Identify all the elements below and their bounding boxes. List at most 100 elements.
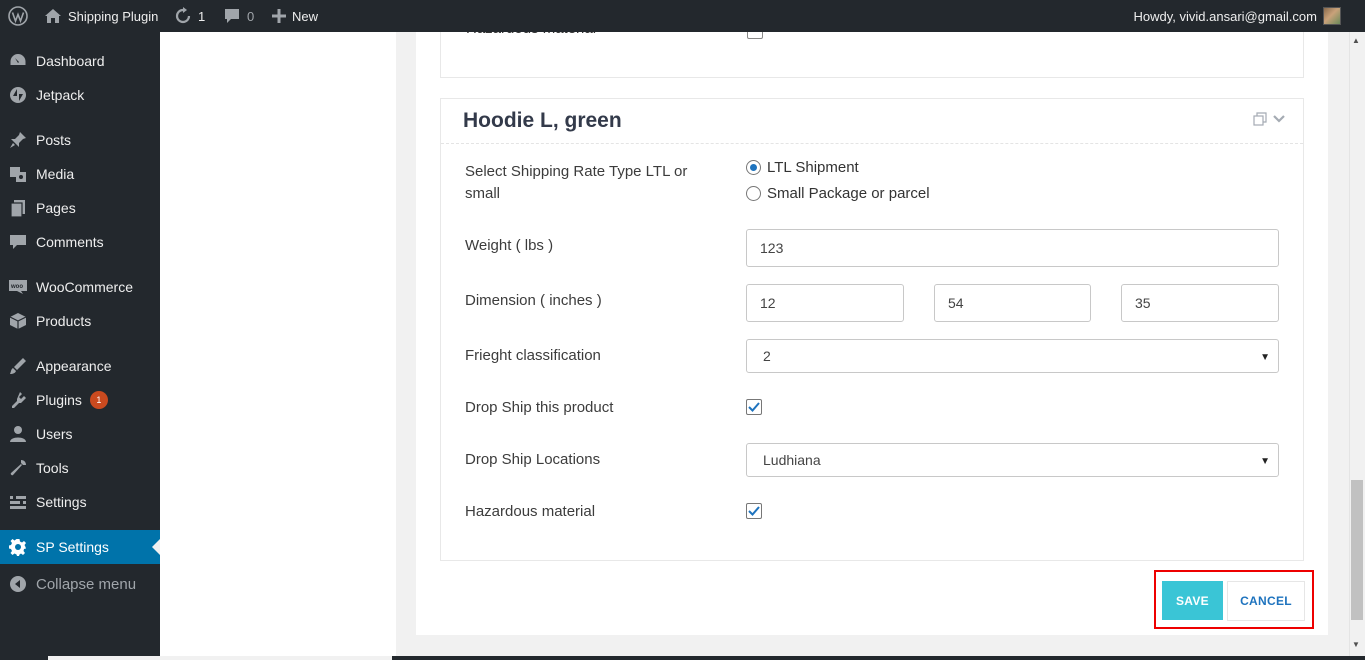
menu-label: Pages: [36, 200, 76, 216]
drop-ship-locations-select[interactable]: Ludhiana ▼: [746, 443, 1279, 477]
drop-ship-locations-label: Drop Ship Locations: [465, 451, 601, 468]
drop-ship-checkbox[interactable]: [746, 399, 762, 415]
collapse-menu-label: Collapse menu: [36, 575, 137, 593]
media-icon: [8, 164, 28, 184]
product-panel: Hoodie L, green Select Shipping Rate Typ…: [440, 98, 1304, 561]
menu-label: Settings: [36, 494, 87, 510]
left-content-column: [160, 32, 396, 660]
wordpress-logo-icon[interactable]: [8, 0, 28, 32]
menu-item-pages[interactable]: Pages: [0, 191, 160, 225]
product-title: Hoodie L, green: [463, 109, 622, 132]
menu-item-jetpack[interactable]: Jetpack: [0, 78, 160, 112]
howdy-text: Howdy, vivid.ansari@gmail.com: [1133, 8, 1317, 24]
tools-icon: [8, 458, 28, 478]
users-icon: [8, 424, 28, 444]
updates-count: 1: [198, 8, 206, 24]
menu-label: Plugins: [36, 392, 82, 408]
pin-icon: [8, 130, 28, 150]
collapse-menu-button[interactable]: Collapse menu: [0, 567, 160, 601]
new-label: New: [292, 8, 319, 24]
length-value: 12: [760, 295, 776, 311]
admin-menu: Dashboard Jetpack Posts Media Pages Comm…: [0, 32, 160, 660]
menu-label: WooCommerce: [36, 279, 133, 295]
scrollbar-thumb[interactable]: [1351, 480, 1363, 620]
dimension-label: Dimension ( inches ): [465, 292, 602, 309]
site-name: Shipping Plugin: [68, 8, 159, 24]
menu-item-dashboard[interactable]: Dashboard: [0, 44, 160, 78]
comments-icon: [8, 232, 28, 252]
menu-item-products[interactable]: Products: [0, 304, 160, 338]
menu-label: SP Settings: [36, 539, 109, 555]
checkmark-icon: [748, 402, 760, 412]
weight-value: 123: [760, 240, 784, 256]
menu-label: Jetpack: [36, 87, 85, 103]
freight-classification-value: 2: [763, 348, 771, 364]
menu-label: Posts: [36, 132, 72, 148]
drop-ship-label: Drop Ship this product: [465, 399, 614, 416]
small-package-option[interactable]: Small Package or parcel: [746, 185, 930, 202]
width-input[interactable]: 54: [934, 284, 1091, 322]
rate-type-label: Select Shipping Rate Type LTL or small: [465, 163, 688, 202]
gear-icon: [8, 537, 28, 557]
menu-item-sp-settings[interactable]: SP Settings: [0, 530, 160, 564]
comments-count: 0: [247, 8, 255, 24]
chevron-down-icon[interactable]: [1273, 115, 1285, 123]
ltl-shipment-label: LTL Shipment: [767, 159, 859, 176]
comments-link[interactable]: 0: [223, 0, 254, 32]
admin-bar: Shipping Plugin 1 0 New Howdy, vivid.ans…: [0, 0, 1365, 32]
panel-header[interactable]: Hoodie L, green: [441, 99, 1303, 144]
hazardous-material-checkbox[interactable]: [746, 503, 762, 519]
collapse-arrow-icon: [8, 574, 28, 594]
copy-icon[interactable]: [1253, 112, 1267, 126]
hazardous-material-label: Hazardous material: [465, 503, 596, 520]
menu-item-appearance[interactable]: Appearance: [0, 349, 160, 383]
ltl-shipment-option[interactable]: LTL Shipment: [746, 159, 859, 176]
avatar[interactable]: [1323, 7, 1341, 25]
menu-label: Appearance: [36, 358, 112, 374]
menu-item-comments[interactable]: Comments: [0, 225, 160, 259]
select-arrow-icon: ▼: [1260, 352, 1270, 363]
home-icon: [44, 8, 62, 24]
menu-label: Comments: [36, 234, 104, 250]
save-button[interactable]: SAVE: [1162, 581, 1223, 620]
account-menu[interactable]: Howdy, vivid.ansari@gmail.com: [1134, 0, 1317, 32]
appearance-icon: [8, 356, 28, 376]
site-name-link[interactable]: Shipping Plugin: [44, 0, 158, 32]
ltl-shipment-radio[interactable]: [746, 160, 761, 175]
menu-label: Users: [36, 426, 73, 442]
width-value: 54: [948, 295, 964, 311]
weight-label: Weight ( lbs ): [465, 237, 554, 254]
bottom-edge: [0, 656, 1365, 660]
menu-item-woocommerce[interactable]: woo WooCommerce: [0, 270, 160, 304]
menu-item-posts[interactable]: Posts: [0, 123, 160, 157]
scroll-down-arrow-icon[interactable]: ▼: [1352, 640, 1360, 649]
cancel-button[interactable]: CANCEL: [1227, 581, 1305, 621]
plus-icon: [272, 9, 286, 23]
menu-item-settings[interactable]: Settings: [0, 485, 160, 519]
jetpack-icon: [8, 85, 28, 105]
scroll-up-arrow-icon[interactable]: ▲: [1352, 36, 1360, 45]
freight-classification-select[interactable]: 2 ▼: [746, 339, 1279, 373]
dashboard-icon: [8, 51, 28, 71]
height-value: 35: [1135, 295, 1151, 311]
pages-icon: [8, 198, 28, 218]
updates-link[interactable]: 1: [174, 0, 205, 32]
small-package-radio[interactable]: [746, 186, 761, 201]
comment-bubble-icon: [223, 8, 241, 24]
products-icon: [8, 311, 28, 331]
menu-label: Products: [36, 313, 92, 329]
settings-icon: [8, 492, 28, 512]
svg-text:woo: woo: [10, 284, 23, 290]
menu-label: Media: [36, 166, 75, 182]
menu-item-tools[interactable]: Tools: [0, 451, 160, 485]
weight-input[interactable]: 123: [746, 229, 1279, 267]
height-input[interactable]: 35: [1121, 284, 1279, 322]
menu-item-users[interactable]: Users: [0, 417, 160, 451]
plugins-icon: [8, 390, 28, 410]
menu-item-plugins[interactable]: Plugins 1: [0, 383, 160, 417]
menu-item-media[interactable]: Media: [0, 157, 160, 191]
new-content-link[interactable]: New: [272, 0, 318, 32]
length-input[interactable]: 12: [746, 284, 904, 322]
panel-tools: [1253, 112, 1285, 126]
small-package-label: Small Package or parcel: [767, 185, 930, 202]
